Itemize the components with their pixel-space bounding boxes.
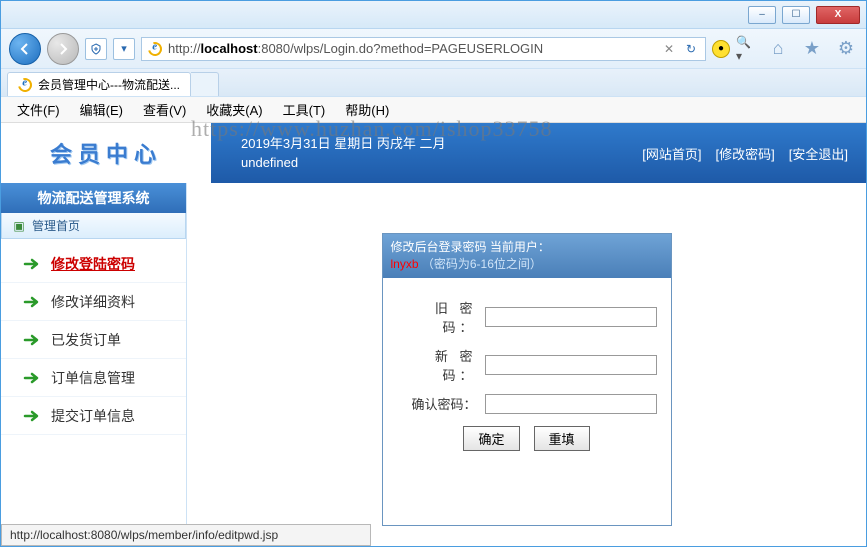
link-safe-exit[interactable]: [安全退出]	[789, 144, 848, 163]
tabstrip: 会员管理中心---物流配送...	[1, 69, 866, 97]
new-tab-button[interactable]	[191, 72, 219, 96]
panel-header: 修改后台登录密码 当前用户： lnyxb （密码为6-16位之间）	[383, 234, 671, 278]
label-old-password: 旧 密 码：	[397, 298, 477, 336]
home-icon[interactable]: ⌂	[766, 37, 790, 61]
arrow-green-icon	[23, 255, 41, 273]
header-info: 2019年3月31日 星期日 丙戌年 二月 undefined	[211, 134, 642, 173]
address-bar[interactable]: http://localhost:8080/wlps/Login.do?meth…	[141, 37, 706, 61]
arrow-green-icon	[23, 407, 41, 425]
menu-favorites[interactable]: 收藏夹(A)	[198, 97, 270, 122]
label-confirm-password: 确认密码：	[397, 394, 477, 413]
shield-plus-icon	[90, 43, 102, 55]
tab-title: 会员管理中心---物流配送...	[38, 76, 180, 93]
window-titlebar: – ☐ X	[1, 1, 866, 29]
stop-icon[interactable]: ✕	[661, 41, 677, 57]
arrow-green-icon	[23, 369, 41, 387]
label-new-password: 新 密 码：	[397, 346, 477, 384]
ie-icon	[18, 78, 32, 92]
sidebar-item-change-password[interactable]: 修改登陆密码	[1, 245, 186, 283]
reset-button[interactable]: 重填	[534, 426, 590, 451]
search-dropdown-icon[interactable]: 🔍▾	[736, 41, 752, 57]
menu-file[interactable]: 文件(F)	[9, 97, 68, 122]
sidebar-list: 修改登陆密码 修改详细资料 已发货订单 订单信息管理	[1, 239, 186, 441]
sidebar-item-label: 修改详细资料	[51, 292, 135, 312]
window-close-button[interactable]: X	[816, 6, 860, 24]
arrow-green-icon	[23, 331, 41, 349]
sidebar-item-label: 订单信息管理	[51, 368, 135, 388]
favorites-icon[interactable]: ★	[800, 37, 824, 61]
sidebar-item-label: 已发货订单	[51, 330, 121, 350]
tools-gear-icon[interactable]: ⚙	[834, 37, 858, 61]
logo-text: 会员中心	[50, 137, 162, 169]
sidebar-item-label: 提交订单信息	[51, 406, 135, 426]
refresh-icon[interactable]: ↻	[683, 41, 699, 57]
sidebar-home-label: 管理首页	[32, 217, 80, 234]
sidebar-item-order-manage[interactable]: 订单信息管理	[1, 359, 186, 397]
panel-head-prefix: 修改后台登录密码 当前用户：	[391, 240, 550, 254]
sidebar-item-submit-order[interactable]: 提交订单信息	[1, 397, 186, 435]
sub-line: undefined	[241, 153, 642, 173]
menu-view[interactable]: 查看(V)	[135, 97, 194, 122]
link-site-home[interactable]: [网站首页]	[642, 144, 701, 163]
current-user: lnyxb	[391, 257, 419, 271]
url-text: http://localhost:8080/wlps/Login.do?meth…	[168, 41, 655, 56]
addon-icon[interactable]: ●	[712, 40, 730, 58]
browser-tab[interactable]: 会员管理中心---物流配送...	[7, 72, 191, 96]
home-small-icon: ▣	[12, 219, 26, 233]
sidebar-item-label: 修改登陆密码	[51, 254, 135, 274]
input-confirm-password[interactable]	[485, 394, 657, 414]
header-links: [网站首页] [修改密码] [安全退出]	[642, 144, 866, 163]
window-maximize-button[interactable]: ☐	[782, 6, 810, 24]
arrow-green-icon	[23, 293, 41, 311]
ie-icon	[148, 42, 162, 56]
sidebar-home[interactable]: ▣ 管理首页	[1, 213, 186, 239]
sidebar-title: 物流配送管理系统	[1, 183, 186, 213]
menubar: 文件(F) 编辑(E) 查看(V) 收藏夹(A) 工具(T) 帮助(H)	[1, 97, 866, 123]
date-line: 2019年3月31日 星期日 丙戌年 二月	[241, 134, 642, 154]
back-button[interactable]	[9, 33, 41, 65]
change-password-panel: 修改后台登录密码 当前用户： lnyxb （密码为6-16位之间） 旧 密 码：…	[382, 233, 672, 526]
panel-head-suffix: （密码为6-16位之间）	[422, 257, 542, 271]
main-content: 修改后台登录密码 当前用户： lnyxb （密码为6-16位之间） 旧 密 码：…	[186, 183, 866, 526]
link-change-password[interactable]: [修改密码]	[716, 144, 775, 163]
arrow-right-icon	[55, 41, 71, 57]
sidebar-item-edit-profile[interactable]: 修改详细资料	[1, 283, 186, 321]
menu-help[interactable]: 帮助(H)	[337, 97, 397, 122]
menu-tools[interactable]: 工具(T)	[275, 97, 334, 122]
arrow-left-icon	[17, 41, 33, 57]
logo: 会员中心	[1, 123, 211, 183]
forward-button[interactable]	[47, 33, 79, 65]
status-text: http://localhost:8080/wlps/member/info/e…	[10, 528, 278, 542]
compat-view-button[interactable]	[85, 38, 107, 60]
url-dropdown-button[interactable]: ▾	[113, 38, 135, 60]
page-header: 会员中心 2019年3月31日 星期日 丙戌年 二月 undefined [网站…	[1, 123, 866, 183]
input-old-password[interactable]	[485, 307, 657, 327]
status-bar: http://localhost:8080/wlps/member/info/e…	[1, 524, 371, 546]
window-minimize-button[interactable]: –	[748, 6, 776, 24]
browser-toolbar: ▾ http://localhost:8080/wlps/Login.do?me…	[1, 29, 866, 69]
submit-button[interactable]: 确定	[463, 426, 519, 451]
menu-edit[interactable]: 编辑(E)	[72, 97, 131, 122]
sidebar-item-shipped-orders[interactable]: 已发货订单	[1, 321, 186, 359]
sidebar: 物流配送管理系统 ▣ 管理首页 修改登陆密码 修改详细资料	[1, 183, 186, 526]
input-new-password[interactable]	[485, 355, 657, 375]
